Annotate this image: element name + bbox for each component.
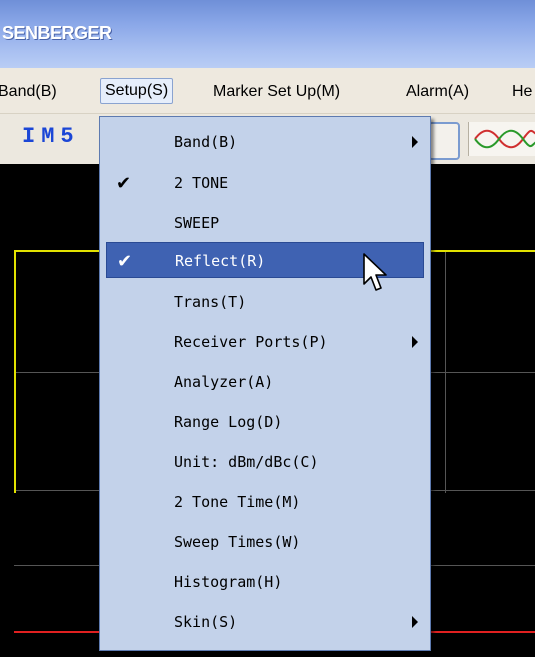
menu-item-label: Sweep Times(W) — [174, 533, 301, 551]
menu-item-histogram[interactable]: Histogram(H) — [100, 564, 430, 600]
menu-item-sweep-times[interactable]: Sweep Times(W) — [100, 524, 430, 560]
mode-display: IM5 — [22, 124, 80, 149]
menu-item-label: SWEEP — [174, 214, 220, 232]
menu-item-label: Receiver Ports(P) — [174, 333, 328, 351]
menu-item-analyzer[interactable]: Analyzer(A) — [100, 364, 430, 400]
menu-item-skin[interactable]: Skin(S) — [100, 604, 430, 640]
toolbar-button[interactable] — [428, 122, 460, 160]
menu-marker-set-up[interactable]: Marker Set Up(M) — [209, 80, 344, 104]
menu-item-label: Histogram(H) — [174, 573, 283, 591]
menu-item-label: Skin(S) — [174, 613, 238, 631]
menu-item-2-tone-time[interactable]: 2 Tone Time(M) — [100, 484, 430, 520]
waveform-icon — [474, 129, 535, 149]
menu-item-label: Unit: dBm/dBc(C) — [174, 453, 319, 471]
menu-item-label: Range Log(D) — [174, 413, 283, 431]
submenu-arrow-icon — [412, 136, 418, 148]
menu-item-sweep[interactable]: SWEEP — [100, 205, 430, 241]
plot-border-left — [14, 250, 16, 493]
menu-item-band[interactable]: Band(B) — [100, 124, 430, 160]
menu-item-unit[interactable]: Unit: dBm/dBc(C) — [100, 444, 430, 480]
menu-item-label: Band(B) — [174, 133, 238, 151]
check-icon: ✔ — [116, 173, 132, 194]
title-bar: SENBERGER — [0, 0, 535, 68]
menu-setup[interactable]: Setup(S) — [100, 78, 174, 104]
menu-item-2-tone[interactable]: ✔ 2 TONE — [100, 165, 430, 201]
menu-bar: Band(B) Setup(S) Marker Set Up(M) Alarm(… — [0, 68, 535, 114]
menu-item-range-log[interactable]: Range Log(D) — [100, 404, 430, 440]
menu-item-label: Reflect(R) — [175, 252, 266, 270]
menu-item-receiver-ports[interactable]: Receiver Ports(P) — [100, 324, 430, 360]
menu-band[interactable]: Band(B) — [0, 80, 61, 104]
menu-help[interactable]: He — [508, 80, 535, 104]
mouse-pointer-icon — [363, 253, 387, 291]
setup-menu-dropdown: Band(B) ✔ 2 TONE SWEEP ✔ Reflect(R) Tran… — [99, 116, 431, 651]
waveform-button[interactable] — [468, 122, 535, 156]
check-icon: ✔ — [117, 251, 133, 272]
menu-alarm[interactable]: Alarm(A) — [402, 80, 473, 104]
menu-item-label: Analyzer(A) — [174, 373, 274, 391]
submenu-arrow-icon — [412, 336, 418, 348]
menu-item-label: 2 Tone Time(M) — [174, 493, 301, 511]
window-title: SENBERGER — [2, 23, 112, 43]
submenu-arrow-icon — [412, 616, 418, 628]
menu-item-label: 2 TONE — [174, 174, 229, 192]
menu-item-label: Trans(T) — [174, 293, 247, 311]
